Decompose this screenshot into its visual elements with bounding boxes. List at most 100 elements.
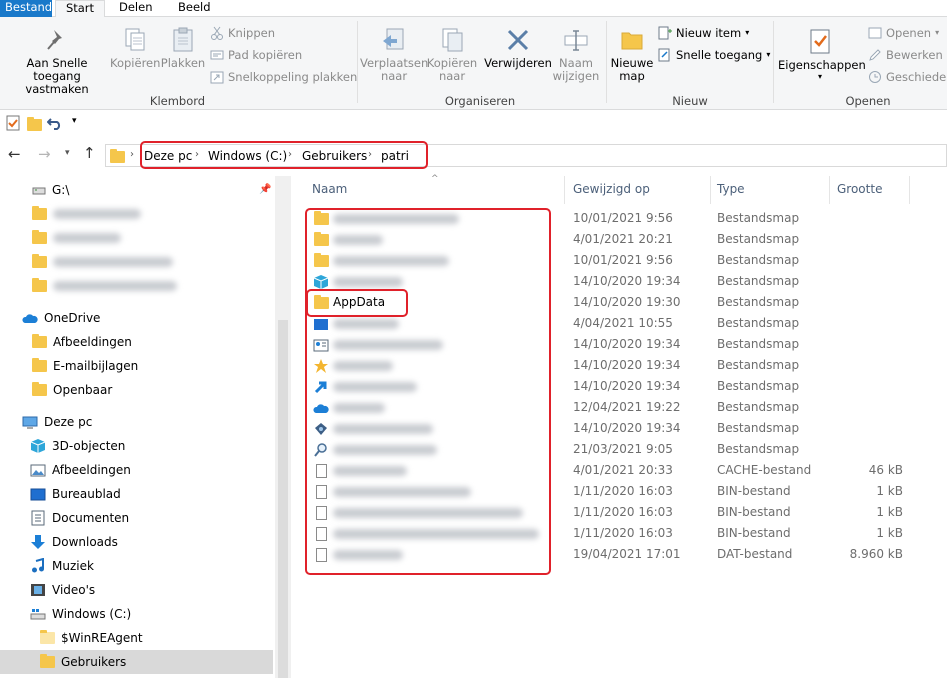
copy-to-icon (442, 28, 463, 52)
pin-icon[interactable]: 📌 (259, 184, 271, 195)
easy-access-button[interactable]: Snelle toegang ▾ (658, 47, 770, 63)
new-folder-small-icon[interactable] (27, 117, 42, 131)
paste-button[interactable]: Plakken (160, 27, 206, 70)
paste-shortcut-label: Snelkoppeling plakken (228, 70, 358, 84)
open-icon (868, 27, 882, 39)
nav-item-3d-objects[interactable]: 3D-objecten (30, 434, 125, 458)
breadcrumb-chevron-icon[interactable]: › (130, 149, 134, 160)
ribbon-separator (606, 21, 607, 103)
nav-item-winreagent[interactable]: $WinREAgent (40, 626, 143, 650)
onedrive-cloud-icon (22, 313, 38, 323)
sort-arrow-icon: ^ (431, 174, 439, 184)
nav-item-quick-access[interactable] (32, 274, 177, 298)
cut-label: Knippen (228, 26, 275, 40)
delete-button[interactable]: Verwijderen (484, 27, 552, 70)
back-arrow-icon[interactable]: ← (8, 145, 21, 163)
tab-start[interactable]: Start (55, 0, 105, 18)
tab-file[interactable]: Bestand (0, 0, 52, 17)
open-button[interactable]: Openen ▾ (868, 25, 939, 41)
paste-shortcut-icon (210, 71, 224, 84)
recent-locations-chevron-icon[interactable]: ▾ (65, 148, 70, 158)
file-type: Bestandsmap (717, 379, 800, 393)
paste-shortcut-button[interactable]: Snelkoppeling plakken (210, 69, 357, 85)
group-label-organize: Organiseren (444, 94, 516, 108)
new-item-button[interactable]: Nieuw item ▾ (658, 25, 749, 41)
tab-share[interactable]: Delen (111, 0, 161, 17)
delete-x-icon (507, 29, 529, 51)
nav-item-od-images[interactable]: Afbeeldingen (32, 330, 132, 354)
nav-item-downloads[interactable]: Downloads (30, 530, 118, 554)
copy-to-button[interactable]: Kopiëren naar (426, 27, 478, 83)
nav-item-desktop[interactable]: Bureaublad (30, 482, 121, 506)
edit-button[interactable]: Bewerken (868, 47, 943, 63)
properties-button[interactable]: Eigenschappen ▾ (778, 27, 866, 82)
nav-item-quick-access[interactable] (32, 202, 141, 226)
copy-button[interactable]: Kopiëren (110, 27, 160, 70)
nav-scrollbar-thumb[interactable] (278, 320, 288, 678)
file-date: 14/10/2020 19:34 (573, 358, 681, 372)
pin-quick-access-button[interactable]: Aan Snelle toegang vastmaken (4, 27, 110, 96)
column-divider[interactable] (564, 176, 565, 204)
easy-access-icon (658, 48, 670, 62)
file-date: 14/10/2020 19:30 (573, 295, 681, 309)
group-label-clipboard: Klembord (149, 94, 206, 108)
tab-view[interactable]: Beeld (170, 0, 219, 17)
new-item-icon (658, 26, 672, 40)
nav-item-music[interactable]: Muziek (30, 554, 94, 578)
new-item-label: Nieuw item (676, 26, 742, 40)
nav-item-videos[interactable]: Video's (30, 578, 95, 602)
column-header-modified[interactable]: Gewijzigd op (573, 182, 650, 196)
nav-label: Video's (52, 583, 96, 597)
file-date: 1/11/2020 16:03 (573, 505, 673, 519)
folder-icon (40, 630, 55, 644)
file-type: Bestandsmap (717, 442, 800, 456)
column-header-type[interactable]: Type (717, 182, 745, 196)
rename-button[interactable]: Naam wijzigen (550, 27, 602, 83)
nav-item-od-attachments[interactable]: E-mailbijlagen (32, 354, 138, 378)
nav-item-od-public[interactable]: Openbaar (32, 378, 112, 402)
column-header-name[interactable]: Naam (312, 182, 347, 196)
up-arrow-icon[interactable]: ↑ (83, 144, 96, 162)
file-date: 4/01/2021 20:21 (573, 232, 673, 246)
nav-label: Documenten (52, 511, 130, 525)
column-divider[interactable] (710, 176, 711, 204)
cut-button[interactable]: Knippen (210, 25, 275, 41)
properties-small-icon[interactable] (6, 115, 20, 131)
file-size: 1 kB (876, 505, 903, 519)
history-icon (869, 71, 881, 83)
nav-item-this-pc[interactable]: Deze pc (22, 410, 92, 434)
file-type: BIN-bestand (717, 505, 791, 519)
nav-item-onedrive[interactable]: OneDrive (22, 306, 100, 330)
nav-item-quick-access[interactable] (32, 226, 121, 250)
download-arrow-icon (31, 535, 45, 549)
move-to-button[interactable]: Verplaatsen naar (360, 27, 428, 83)
column-divider[interactable] (829, 176, 830, 204)
file-size: 1 kB (876, 526, 903, 540)
file-date: 14/10/2020 19:34 (573, 274, 681, 288)
computer-icon (22, 416, 38, 428)
file-type: Bestandsmap (717, 400, 800, 414)
column-divider[interactable] (909, 176, 910, 204)
file-date: 10/01/2021 9:56 (573, 253, 673, 267)
nav-item-users-selected[interactable]: Gebruikers (0, 650, 273, 674)
highlight-box-address (140, 141, 428, 169)
file-type: Bestandsmap (717, 358, 800, 372)
nav-item-pictures[interactable]: Afbeeldingen (30, 458, 131, 482)
nav-item-documents[interactable]: Documenten (30, 506, 129, 530)
nav-item-windows-c[interactable]: Windows (C:) (30, 602, 131, 626)
new-folder-icon (621, 32, 643, 50)
pin-label: Aan Snelle toegang vastmaken (25, 56, 89, 96)
forward-arrow-icon[interactable]: → (38, 145, 51, 163)
folder-icon (32, 206, 47, 220)
video-film-icon (31, 584, 45, 596)
column-header-size[interactable]: Grootte (837, 182, 882, 196)
history-button[interactable]: Geschiedenis (868, 69, 947, 85)
undo-icon[interactable] (47, 116, 63, 130)
copy-path-button[interactable]: Pad kopiëren (210, 47, 302, 63)
customize-toolbar-arrow-icon[interactable]: ▾ (72, 116, 77, 126)
file-date: 1/11/2020 16:03 (573, 484, 673, 498)
new-folder-button[interactable]: Nieuwe map (610, 27, 654, 83)
rename-label: Naam wijzigen (552, 56, 600, 83)
nav-item-quick-access[interactable] (32, 250, 173, 274)
nav-item-drive-g[interactable]: G:\ (32, 178, 69, 202)
